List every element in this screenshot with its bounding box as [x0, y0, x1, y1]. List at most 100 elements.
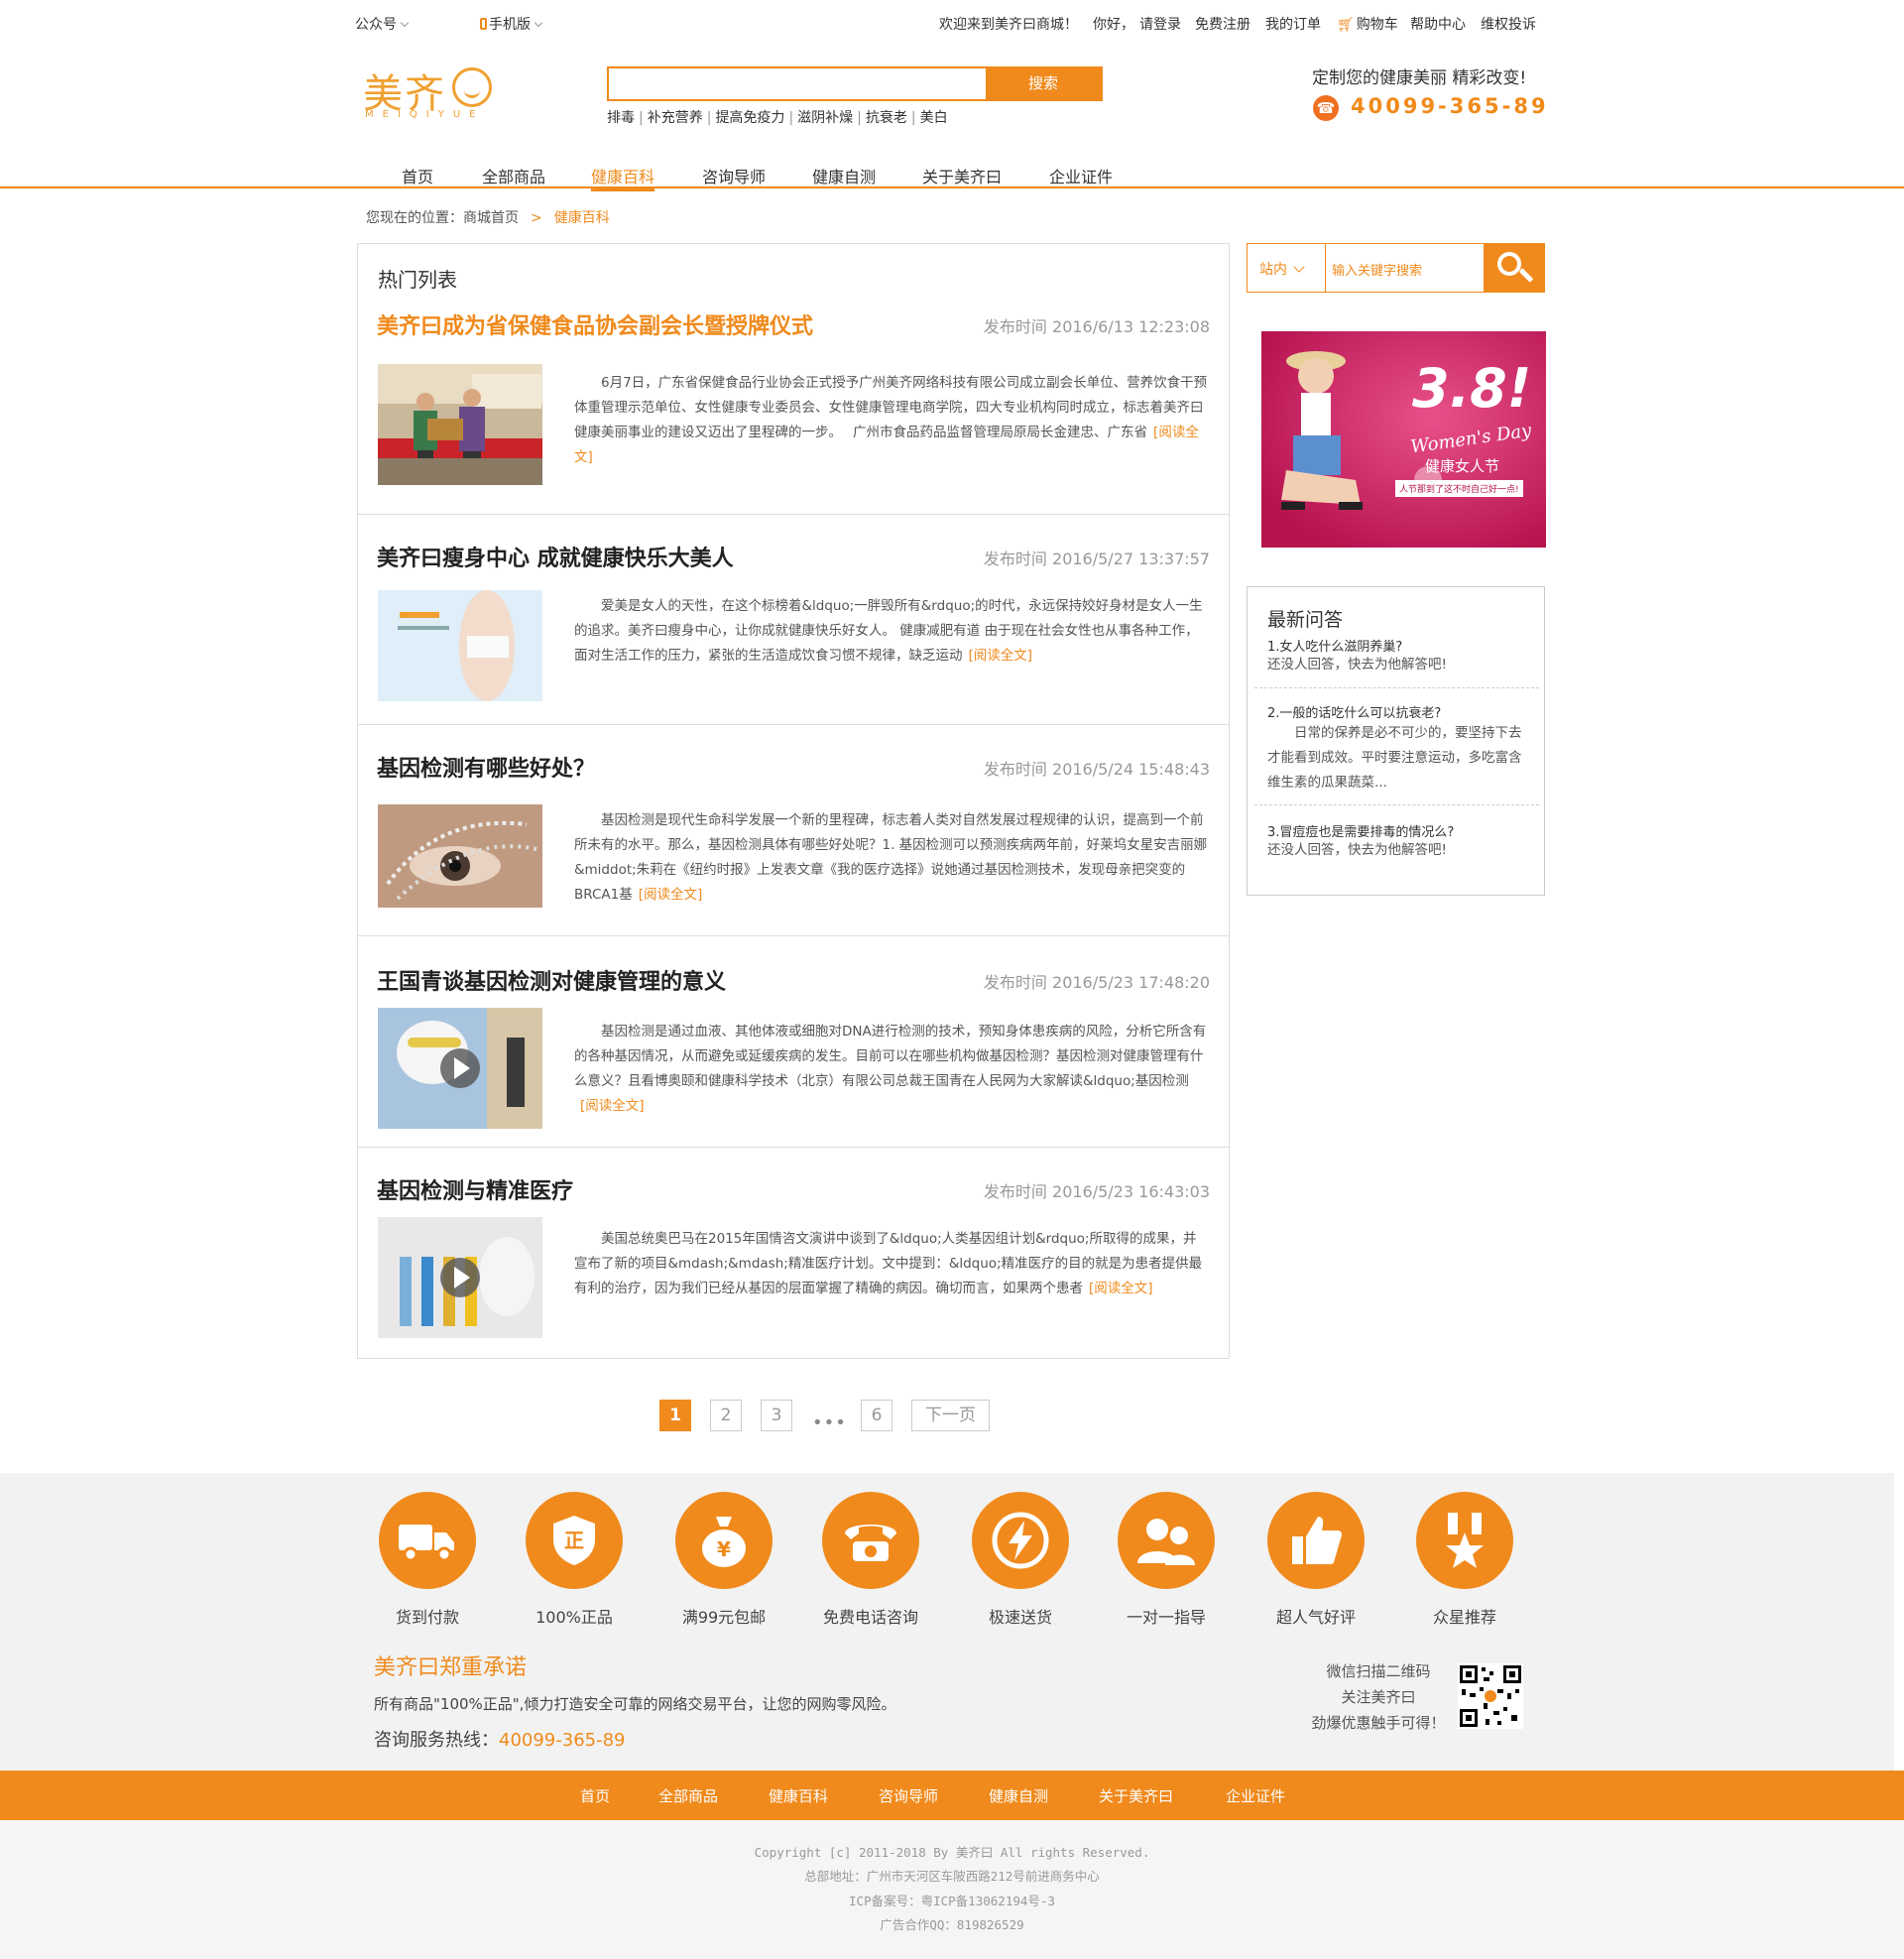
search-button[interactable]: 搜索: [986, 68, 1101, 99]
icp-line: ICP备案号：粤ICP备13062194号-3: [849, 1894, 1055, 1908]
search-input[interactable]: [609, 68, 984, 99]
footer-nav-about[interactable]: 关于美齐曰: [1099, 1785, 1173, 1806]
nav-consult[interactable]: 咨询导师: [702, 164, 766, 187]
summary-text: 基因检测是通过血液、其他体液或细胞对DNA进行检测的技术，预知身体患疾病的风险，…: [574, 1024, 1207, 1089]
date-prefix: 发布时间: [983, 550, 1047, 568]
cart-label: 购物车: [1356, 17, 1398, 33]
hotword[interactable]: 补充营养: [648, 110, 703, 126]
cart-link[interactable]: 🛒︎ 购物车: [1337, 14, 1398, 34]
date-value: 2016/5/23 17:48:20: [1052, 973, 1210, 992]
hotword[interactable]: 提高免疫力: [715, 110, 784, 126]
read-more-link[interactable]: [阅读全文]: [580, 1098, 645, 1114]
slim-body-photo: [378, 590, 542, 701]
page-button-6[interactable]: 6: [861, 1400, 892, 1431]
footer-nav-consult[interactable]: 咨询导师: [879, 1785, 938, 1806]
service-free-shipping[interactable]: ¥ 满99元包邮: [675, 1492, 773, 1627]
nav-about[interactable]: 关于美齐曰: [922, 164, 1002, 187]
hotword[interactable]: 美白: [920, 110, 948, 126]
article-date: 发布时间 2016/5/24 15:48:43: [984, 756, 1210, 780]
date-value: 2016/5/27 13:37:57: [1052, 550, 1210, 568]
my-orders-link[interactable]: 我的订单: [1265, 14, 1321, 34]
qa-question[interactable]: 2.一般的话吃什么可以抗衰老?: [1267, 702, 1441, 721]
read-more-link[interactable]: [阅读全文]: [1089, 1281, 1153, 1296]
article-thumbnail[interactable]: [378, 1008, 542, 1129]
womens-day-banner[interactable]: 3.8! Women's Day 健康女人节 人节那到了这不时自己好一点!: [1261, 331, 1546, 548]
article-title[interactable]: 美齐曰瘦身中心 成就健康快乐大美人: [377, 541, 734, 572]
service-cod[interactable]: 货到付款: [379, 1492, 476, 1627]
service-good-reviews[interactable]: 超人气好评: [1267, 1492, 1365, 1627]
hot-keywords: 排毒 | 补充营养 | 提高免疫力 | 滋阴补燥 | 抗衰老 | 美白: [607, 110, 948, 126]
divider: [1254, 687, 1539, 688]
article-summary: 基因检测是现代生命科学发展一个新的里程碑，标志着人类对自然发展过程规律的认识，提…: [574, 808, 1209, 908]
login-link[interactable]: 请登录: [1139, 14, 1181, 34]
summary-text: 爱美是女人的天性，在这个标榜着&ldquo;一胖毁所有&rdquo;的时代，永远…: [574, 598, 1203, 664]
mobile-label: 手机版: [489, 17, 531, 33]
breadcrumb-prefix[interactable]: 您现在的位置：商城首页: [366, 210, 519, 226]
hotword[interactable]: 抗衰老: [866, 110, 907, 126]
next-page-button[interactable]: 下一页: [911, 1400, 990, 1431]
address-line: 总部地址：广州市天河区车陂西路212号前进商务中心: [804, 1869, 1100, 1884]
qr-caption-line: 劲爆优惠触手可得！: [1311, 1714, 1446, 1732]
logo-subtitle: MEIQIYUE: [365, 109, 485, 120]
copyright-line: Copyright [c] 2011-2018 By 美齐曰 All right…: [754, 1845, 1150, 1860]
sidebar-search-button[interactable]: [1484, 243, 1545, 293]
footer-nav-self-test[interactable]: 健康自测: [989, 1785, 1048, 1806]
complaint-link[interactable]: 维权投诉: [1481, 14, 1536, 34]
search-scope-dropdown[interactable]: 站内: [1259, 259, 1305, 279]
footer-nav-certificates[interactable]: 企业证件: [1226, 1785, 1285, 1806]
article-date: 发布时间 2016/5/23 17:48:20: [984, 969, 1210, 993]
breadcrumb: 您现在的位置：商城首页 > 健康百科: [366, 207, 610, 227]
nav-home[interactable]: 首页: [402, 164, 433, 187]
date-value: 2016/5/24 15:48:43: [1052, 760, 1210, 779]
read-more-link[interactable]: [阅读全文]: [639, 887, 703, 903]
article-title[interactable]: 基因检测与精准医疗: [377, 1173, 573, 1205]
article-title[interactable]: 王国青谈基因检测对健康管理的意义: [377, 964, 726, 996]
mobile-menu[interactable]: 手机版: [480, 14, 543, 34]
date-prefix: 发布时间: [983, 760, 1047, 779]
footer-nav-health-wiki[interactable]: 健康百科: [769, 1785, 828, 1806]
sidebar-search-input[interactable]: 输入关键字搜索: [1332, 260, 1422, 279]
read-more-link[interactable]: [阅读全文]: [969, 648, 1033, 664]
article-thumbnail[interactable]: [378, 1217, 542, 1338]
help-center-link[interactable]: 帮助中心: [1410, 14, 1466, 34]
divider: [1254, 804, 1539, 805]
article-title[interactable]: 美齐曰成为省保健食品协会副会长暨授牌仪式: [377, 308, 813, 340]
date-prefix: 发布时间: [983, 973, 1047, 992]
summary-text: 6月7日，广东省保健食品行业协会正式授予广州美齐网络科技有限公司成立副会长单位、…: [574, 375, 1208, 440]
cart-icon: 🛒︎: [1337, 17, 1355, 33]
footer-nav-all-products[interactable]: 全部商品: [658, 1785, 718, 1806]
pagination-ellipsis: •••: [812, 1412, 847, 1433]
service-phone-consult[interactable]: 免费电话咨询: [822, 1492, 919, 1627]
footer-nav-home[interactable]: 首页: [580, 1785, 610, 1806]
register-link[interactable]: 免费注册: [1195, 14, 1250, 34]
qa-answer: 日常的保养是必不可少的，要坚持下去才能看到成效。平时要注意运动，多吃富含维生素的…: [1267, 725, 1522, 791]
main-nav: 首页 全部商品 健康百科 咨询导师 健康自测 关于美齐曰 企业证件: [0, 162, 1904, 191]
article-thumbnail[interactable]: [378, 804, 542, 908]
svg-text:¥: ¥: [717, 1537, 731, 1561]
hello-text: 你好，: [1093, 17, 1134, 33]
nav-health-wiki[interactable]: 健康百科: [591, 164, 655, 191]
page-button-3[interactable]: 3: [761, 1400, 792, 1431]
article-date: 发布时间 2016/5/27 13:37:57: [984, 546, 1210, 569]
qa-answer: 还没人回答，快去为他解答吧!: [1267, 657, 1447, 673]
hotword[interactable]: 排毒: [607, 110, 635, 126]
page-button-2[interactable]: 2: [710, 1400, 742, 1431]
service-fast-delivery[interactable]: 极速送货: [972, 1492, 1069, 1627]
article-thumbnail[interactable]: [378, 364, 542, 485]
article-title[interactable]: 基因检测有哪些好处？: [377, 751, 595, 783]
service-recommended[interactable]: 众星推荐: [1416, 1492, 1513, 1627]
article-thumbnail[interactable]: [378, 590, 542, 701]
test-tubes-photo: [378, 1217, 542, 1338]
nav-self-test[interactable]: 健康自测: [812, 164, 876, 187]
page-button-1[interactable]: 1: [659, 1400, 691, 1431]
chevron-down-icon: [400, 18, 410, 28]
hotword[interactable]: 滋阴补燥: [797, 110, 853, 126]
wechat-menu[interactable]: 公众号: [355, 14, 410, 34]
service-genuine[interactable]: 正 100%正品: [526, 1492, 623, 1627]
header-search: 搜索: [607, 66, 1103, 101]
nav-all-products[interactable]: 全部商品: [482, 164, 545, 187]
date-prefix: 发布时间: [983, 317, 1047, 336]
banner-sub-text: 人节那到了这不时自己好一点!: [1395, 480, 1523, 497]
nav-certificates[interactable]: 企业证件: [1049, 164, 1113, 187]
service-one-on-one[interactable]: 一对一指导: [1118, 1492, 1215, 1627]
